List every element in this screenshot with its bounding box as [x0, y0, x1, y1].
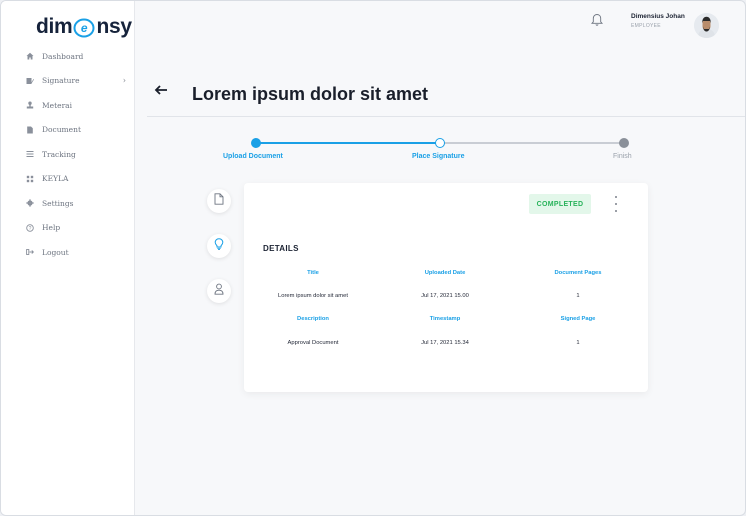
- page-title: Lorem ipsum dolor sit amet: [192, 84, 429, 104]
- sidebar-item-label: Signature: [42, 76, 80, 86]
- user-outline-icon: [214, 282, 224, 300]
- step-dot-place-signature: [435, 138, 445, 148]
- title-divider: [147, 116, 745, 117]
- header-title: Title: [307, 270, 319, 276]
- home-icon: [26, 52, 34, 60]
- sidebar-item-help[interactable]: ? Help: [1, 216, 135, 241]
- logout-icon: [26, 248, 34, 256]
- svg-text:?: ?: [29, 226, 32, 232]
- step-dot-upload: [251, 138, 261, 148]
- sidebar: dim e nsy Dashboard Signature › Meterai …: [1, 1, 135, 515]
- sidebar-item-label: Document: [42, 125, 81, 135]
- sidebar-item-keyla[interactable]: KEYLA: [1, 167, 135, 192]
- sidebar-item-dashboard[interactable]: Dashboard: [1, 44, 135, 69]
- status-badge: COMPLETED: [529, 194, 591, 214]
- document-icon: [26, 126, 34, 134]
- value-document-pages: 1: [576, 293, 580, 299]
- user-name[interactable]: Dimensius Johan: [631, 13, 685, 20]
- bell-icon[interactable]: [591, 13, 603, 27]
- step-dot-finish: [619, 138, 629, 148]
- help-icon: ?: [26, 224, 34, 232]
- gear-icon: [26, 199, 34, 207]
- sidebar-item-label: Help: [42, 223, 61, 233]
- details-heading: DETAILS: [263, 244, 299, 253]
- back-arrow-icon[interactable]: [153, 82, 169, 98]
- tips-action-button[interactable]: [207, 234, 231, 258]
- stamp-icon: [26, 101, 34, 109]
- header-document-pages: Document Pages: [554, 270, 602, 276]
- step-connector-pending: [441, 142, 624, 144]
- value-timestamp: Jul 17, 2021 15.34: [421, 340, 469, 346]
- chevron-right-icon: ›: [122, 75, 126, 85]
- more-options-icon[interactable]: [613, 196, 619, 212]
- sidebar-item-settings[interactable]: Settings: [1, 191, 135, 216]
- signer-action-button[interactable]: [207, 279, 231, 303]
- step-connector-completed: [256, 142, 439, 144]
- sidebar-item-tracking[interactable]: Tracking: [1, 142, 135, 167]
- value-title: Lorem ipsum dolor sit amet: [278, 293, 348, 299]
- grid-icon: [26, 175, 34, 183]
- brand-logo[interactable]: dim e nsy: [36, 15, 132, 39]
- value-signed-page: 1: [576, 340, 580, 346]
- document-outline-icon: [214, 192, 224, 210]
- header-uploaded-date: Uploaded Date: [424, 270, 466, 276]
- sidebar-item-label: Meterai: [42, 100, 73, 110]
- document-details-card: COMPLETED DETAILS Title Uploaded Date Do…: [244, 183, 648, 392]
- sidebar-item-label: Dashboard: [42, 51, 84, 61]
- svg-text:e: e: [81, 21, 88, 35]
- app-window: dim e nsy Dashboard Signature › Meterai …: [0, 0, 746, 516]
- signature-icon: [26, 77, 34, 85]
- step-label-finish: Finish: [613, 153, 632, 160]
- logo-text-left: dim: [36, 15, 73, 38]
- sidebar-item-document[interactable]: Document: [1, 118, 135, 143]
- avatar[interactable]: [694, 13, 719, 38]
- list-icon: [26, 150, 34, 158]
- header-description: Description: [297, 316, 329, 322]
- sidebar-item-label: KEYLA: [42, 174, 69, 184]
- sidebar-item-label: Tracking: [42, 149, 76, 159]
- sidebar-item-label: Logout: [42, 247, 69, 257]
- header-signed-page: Signed Page: [560, 316, 596, 322]
- sidebar-item-label: Settings: [42, 198, 74, 208]
- lightbulb-icon: [214, 237, 224, 255]
- sidebar-item-signature[interactable]: Signature ›: [1, 69, 135, 94]
- sidebar-item-meterai[interactable]: Meterai: [1, 93, 135, 118]
- value-description: Approval Document: [287, 340, 339, 346]
- logo-text-right: nsy: [96, 15, 132, 38]
- value-uploaded-date: Jul 17, 2021 15.00: [421, 293, 469, 299]
- document-action-button[interactable]: [207, 189, 231, 213]
- header-timestamp: Timestamp: [429, 316, 461, 322]
- user-role: EMPLOYEE: [631, 23, 661, 29]
- step-label-place-signature: Place Signature: [412, 153, 465, 160]
- sidebar-nav: Dashboard Signature › Meterai Document T…: [1, 44, 135, 265]
- sidebar-item-logout[interactable]: Logout: [1, 240, 135, 265]
- step-label-upload: Upload Document: [223, 153, 283, 160]
- top-bar: Dimensius Johan EMPLOYEE: [135, 1, 745, 47]
- logo-e-icon: e: [73, 18, 95, 38]
